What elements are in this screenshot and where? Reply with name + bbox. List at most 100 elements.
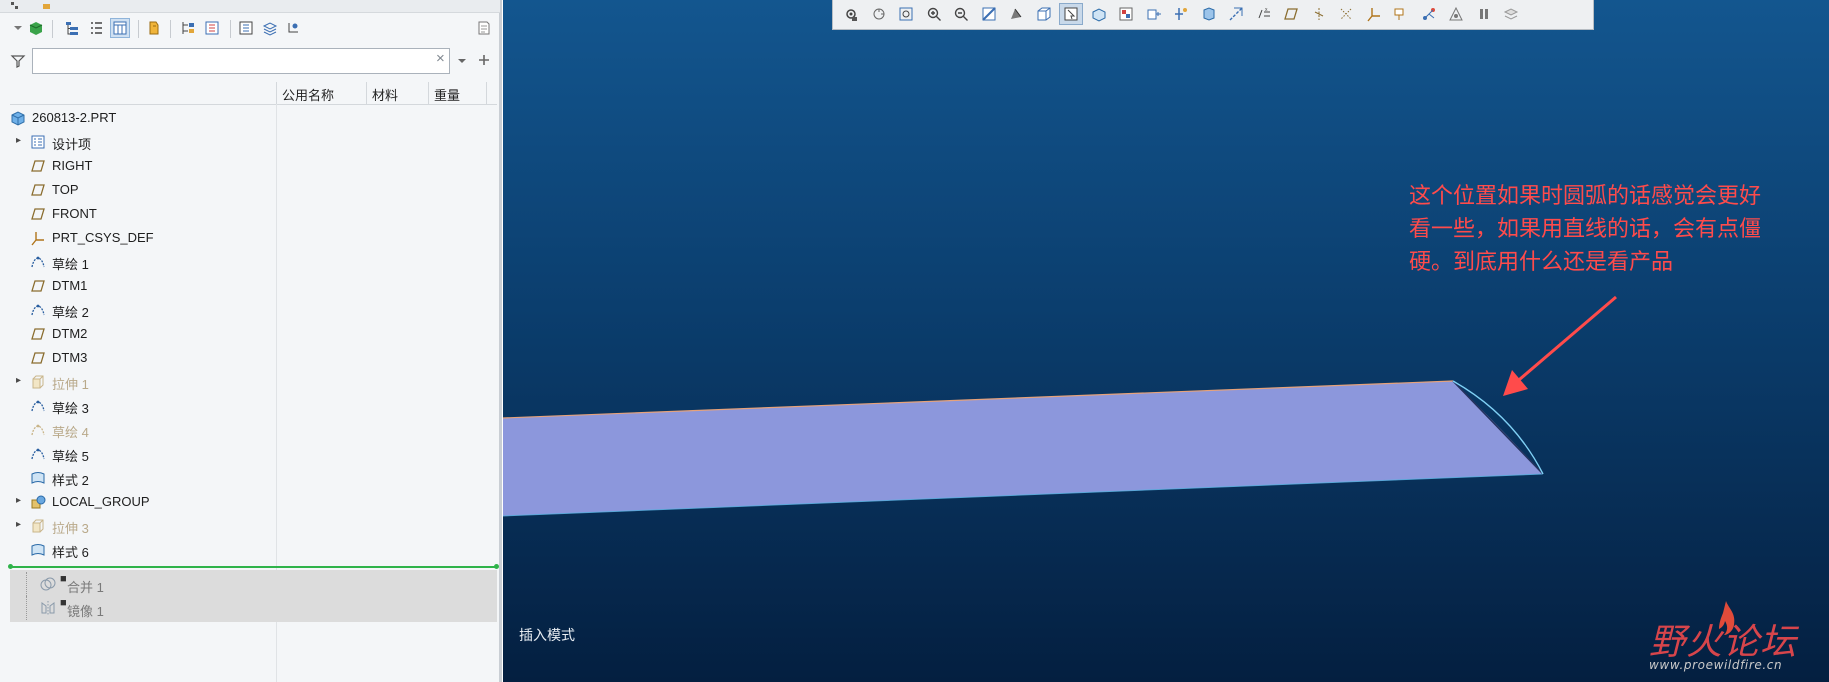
tree-item-front[interactable]: FRONT: [10, 203, 276, 225]
tree-item-sketch-5[interactable]: 草绘 5: [10, 443, 276, 465]
tree-item-label: 设计项: [52, 137, 92, 152]
tree-item-local-group[interactable]: ▸ LOCAL_GROUP: [10, 491, 276, 513]
tree-item-dtm1[interactable]: DTM1: [10, 275, 276, 297]
tree-item-top[interactable]: TOP: [10, 179, 276, 201]
column-header-material[interactable]: 材料: [372, 85, 398, 104]
panel-top-strip: [0, 0, 500, 13]
model-tree-toolbar: [0, 14, 500, 44]
features-after-insert: ■ 合并 1 ■ 镜像 1: [10, 570, 497, 622]
tree-item-label: 拉伸 3: [52, 521, 89, 536]
relations-icon[interactable]: [284, 18, 304, 38]
collapse-dropdown-icon[interactable]: [8, 18, 28, 38]
annotation-line: 硬。到底用什么还是看产品: [1409, 250, 1674, 275]
tree-item-label: 样式 2: [52, 473, 89, 488]
filter-icon[interactable]: [10, 53, 26, 69]
tree-item-merge-1[interactable]: ■ 合并 1: [20, 572, 490, 596]
merge-icon: [40, 577, 56, 591]
expand-arrow-icon[interactable]: ▸: [16, 135, 21, 146]
tree-item-right[interactable]: RIGHT: [10, 155, 276, 177]
extrude-icon: [32, 375, 44, 389]
tree-item-label: 草绘 2: [52, 305, 89, 320]
part-display-icon[interactable]: [26, 18, 46, 38]
notes-icon[interactable]: [474, 18, 494, 38]
annotation-line: 看一些，如果用直线的话，会有点僵: [1409, 217, 1762, 242]
style-icon: [31, 472, 45, 484]
tree-small-icon: [11, 2, 18, 9]
forum-watermark: 野火论坛 www.proewildfire.cn: [1641, 595, 1821, 675]
tree-item-extrude-1[interactable]: ▸ 拉伸 1: [10, 371, 276, 393]
datum-plane-icon: [31, 328, 45, 340]
tree-item-mirror-1[interactable]: ■ 镜像 1: [20, 596, 490, 620]
show-tree-icon[interactable]: [178, 18, 198, 38]
tree-item-sketch-3[interactable]: 草绘 3: [10, 395, 276, 417]
sketch-icon: [31, 448, 45, 460]
insert-here-line[interactable]: [8, 564, 499, 569]
style-icon: [31, 544, 45, 556]
tree-filter-row: ×: [0, 46, 500, 76]
column-header-common-name[interactable]: 公用名称: [282, 85, 334, 104]
tree-search-input[interactable]: [32, 48, 450, 74]
tree-item-label: RIGHT: [52, 158, 93, 173]
search-dropdown-icon[interactable]: [457, 56, 467, 66]
group-icon: [31, 495, 46, 509]
datum-plane-icon: [31, 280, 45, 292]
tree-item-label: DTM1: [52, 278, 88, 293]
tree-item-label: FRONT: [52, 206, 97, 221]
datum-plane-icon: [31, 160, 45, 172]
expand-arrow-icon[interactable]: ▸: [16, 375, 21, 386]
tree-item-sketch-4[interactable]: 草绘 4: [10, 419, 276, 441]
tree-item-design-items[interactable]: ▸ 设计项: [10, 131, 276, 153]
watermark-url: www.proewildfire.cn: [1649, 658, 1783, 672]
sketch-icon: [31, 256, 45, 268]
tree-item-label: 草绘 4: [52, 425, 89, 440]
tree-filter-list-icon[interactable]: [86, 18, 106, 38]
tree-item-label: 草绘 5: [52, 449, 89, 464]
tree-item-csys[interactable]: PRT_CSYS_DEF: [10, 227, 276, 249]
sketch-icon: [31, 400, 45, 412]
annotation-text: 这个位置如果时圆弧的话感觉会更好 看一些，如果用直线的话，会有点僵 硬。到底用什…: [1409, 180, 1809, 279]
tree-item-label: TOP: [52, 182, 79, 197]
tree-settings-icon[interactable]: [144, 18, 164, 38]
graphics-viewport[interactable]: x 这个位置如果时圆弧的话感觉会更好 看一些，如果用直线的话，会有点僵 硬。到底…: [503, 0, 1829, 682]
tree-item-label: DTM3: [52, 350, 88, 365]
tree-root-part[interactable]: 260813-2.PRT: [10, 107, 276, 129]
sketch-icon: [31, 304, 45, 316]
layer-tree-icon[interactable]: [202, 18, 222, 38]
detail-tree-icon[interactable]: [236, 18, 256, 38]
tree-item-label: 合并 1: [67, 580, 104, 595]
datum-plane-icon: [31, 208, 45, 220]
expand-arrow-icon[interactable]: ▸: [16, 519, 21, 530]
datum-plane-icon: [31, 184, 45, 196]
tree-item-style-6[interactable]: 样式 6: [10, 539, 276, 561]
surface-quilt: [503, 381, 1543, 516]
column-settings-icon[interactable]: [110, 18, 130, 38]
tree-item-label: 镜像 1: [67, 604, 104, 619]
tree-item-label: DTM2: [52, 326, 88, 341]
tree-item-sketch-1[interactable]: 草绘 1: [10, 251, 276, 273]
design-items-icon: [31, 135, 45, 149]
sketch-icon: [31, 424, 45, 436]
extrude-icon: [32, 519, 44, 533]
add-filter-icon[interactable]: [477, 53, 491, 67]
search-clear-icon[interactable]: ×: [436, 50, 445, 67]
tree-item-dtm2[interactable]: DTM2: [10, 323, 276, 345]
tree-item-style-2[interactable]: 样式 2: [10, 467, 276, 489]
tree-root-label: 260813-2.PRT: [32, 110, 117, 125]
tree-item-dtm3[interactable]: DTM3: [10, 347, 276, 369]
mirror-icon: [41, 601, 55, 615]
column-header-weight[interactable]: 重量: [434, 85, 460, 104]
tree-display-icon[interactable]: [62, 18, 82, 38]
insert-mode-label: 插入模式: [519, 628, 575, 644]
folder-small-icon: [43, 4, 50, 9]
tree-item-sketch-2[interactable]: 草绘 2: [10, 299, 276, 321]
tree-item-label: PRT_CSYS_DEF: [52, 230, 154, 245]
layers-icon[interactable]: [260, 18, 280, 38]
annotation-line: 这个位置如果时圆弧的话感觉会更好: [1409, 184, 1762, 209]
tree-item-extrude-3[interactable]: ▸ 拉伸 3: [10, 515, 276, 537]
datum-plane-icon: [31, 352, 45, 364]
tree-item-label: 样式 6: [52, 545, 89, 560]
tree-item-label: 草绘 1: [52, 257, 89, 272]
expand-arrow-icon[interactable]: ▸: [16, 495, 21, 506]
model-surface-view: [503, 295, 1617, 517]
annotation-arrow: [1503, 295, 1617, 396]
